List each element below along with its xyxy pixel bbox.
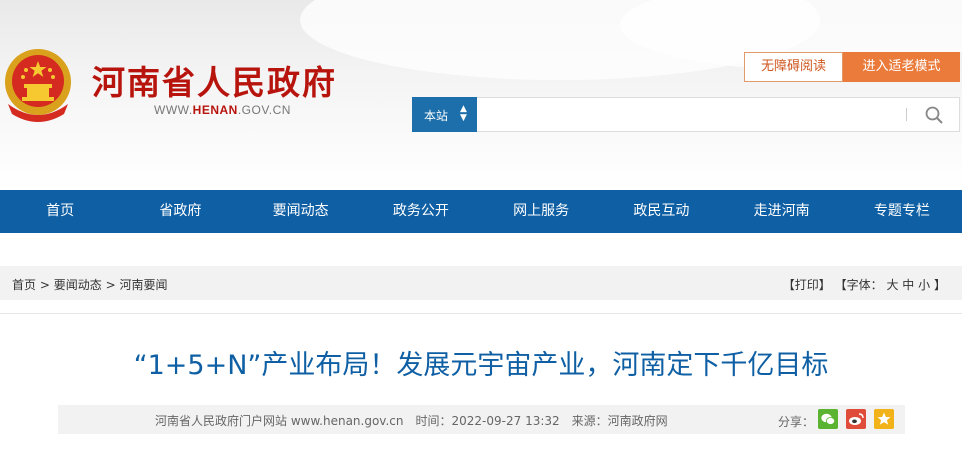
article-tools: 【打印】 【字体： 大 中 小 】 (783, 276, 946, 293)
font-size-suffix: 】 (933, 278, 946, 292)
article-meta-bar: 河南省人民政府门户网站 www.henan.gov.cn 时间：2022-09-2… (58, 405, 905, 434)
font-size-large-button[interactable]: 大 (886, 278, 898, 292)
article-container (0, 313, 962, 459)
article-source: 河南政府网 (607, 414, 668, 428)
font-size-medium-button[interactable]: 中 (902, 278, 914, 292)
article-title: “1+5+N”产业布局！发展元宇宙产业，河南定下千亿目标 (133, 350, 829, 381)
nav-item-interaction[interactable]: 政民互动 (601, 190, 721, 233)
breadcrumb-home[interactable]: 首页 (12, 278, 36, 292)
breadcrumb-separator: > (105, 278, 116, 292)
site-url-brand: HENAN (192, 103, 238, 117)
site-url-suffix: .GOV.CN (237, 103, 291, 117)
weibo-icon[interactable] (846, 409, 866, 429)
site-name: 河南省人民政府 (92, 63, 337, 102)
main-nav: 首页 省政府 要闻动态 政务公开 网上服务 政民互动 走进河南 专题专栏 (0, 190, 962, 233)
article-meta: 河南省人民政府门户网站 www.henan.gov.cn 时间：2022-09-2… (155, 412, 668, 429)
nav-item-home[interactable]: 首页 (0, 190, 120, 233)
breadcrumb-bar: 首页 > 要闻动态 > 河南要闻 【打印】 【字体： 大 中 小 】 (0, 266, 962, 300)
wechat-icon[interactable] (818, 409, 838, 429)
site-url: WWW.HENAN.GOV.CN (154, 103, 291, 117)
breadcrumb: 首页 > 要闻动态 > 河南要闻 (12, 276, 167, 293)
elderly-mode-button[interactable]: 进入适老模式 (843, 52, 960, 82)
article-time: 2022-09-27 13:32 (451, 414, 560, 428)
search-icon[interactable] (924, 105, 944, 125)
nav-item-provincial-government[interactable]: 省政府 (120, 190, 240, 233)
breadcrumb-separator: > (39, 278, 50, 292)
header: 河南省人民政府 WWW.HENAN.GOV.CN 无障碍阅读 进入适老模式 本站… (0, 0, 962, 190)
article-source-label: 来源： (571, 414, 608, 428)
search-scope-label: 本站 (424, 109, 449, 123)
article-publisher: 河南省人民政府门户网站 www.henan.gov.cn (155, 414, 404, 428)
nav-item-news[interactable]: 要闻动态 (241, 190, 361, 233)
search-scope-select[interactable]: 本站 ▲ ▼ (412, 97, 477, 132)
share-label: 分享： (778, 415, 815, 429)
national-emblem-icon (5, 49, 71, 122)
nav-item-about-henan[interactable]: 走进河南 (722, 190, 842, 233)
breadcrumb-henan-news[interactable]: 河南要闻 (119, 278, 167, 292)
site-url-prefix: WWW. (154, 103, 193, 117)
search-input[interactable] (477, 97, 960, 132)
font-size-prefix: 【字体： (834, 278, 883, 292)
nav-item-online-services[interactable]: 网上服务 (481, 190, 601, 233)
article-time-label: 时间： (415, 414, 452, 428)
search-divider (906, 108, 907, 121)
nav-item-government-affairs[interactable]: 政务公开 (361, 190, 481, 233)
print-button[interactable]: 【打印】 (783, 278, 831, 292)
updown-arrow-icon: ▲ ▼ (460, 104, 467, 123)
nav-item-special-topics[interactable]: 专题专栏 (842, 190, 962, 233)
breadcrumb-news[interactable]: 要闻动态 (54, 278, 102, 292)
font-size-small-button[interactable]: 小 (918, 278, 930, 292)
favorite-star-icon[interactable] (874, 409, 894, 429)
accessible-reading-button[interactable]: 无障碍阅读 (744, 52, 843, 82)
